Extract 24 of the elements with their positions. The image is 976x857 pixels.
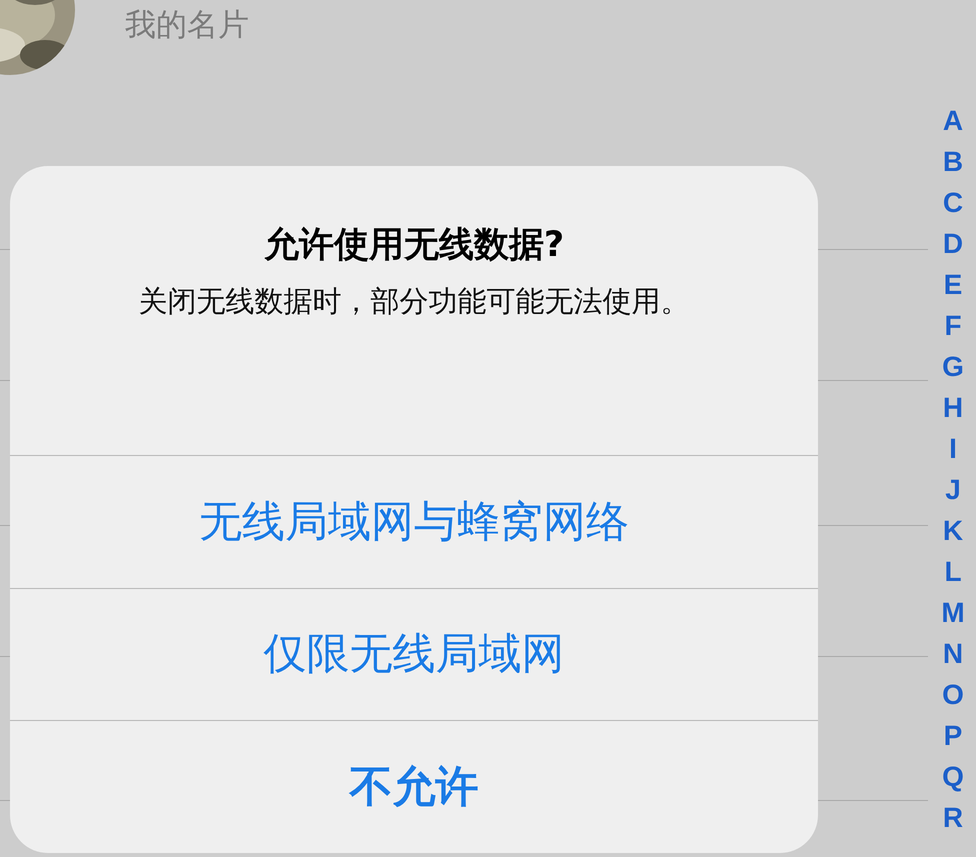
index-letter[interactable]: G xyxy=(942,346,964,387)
my-card-label[interactable]: 我的名片 xyxy=(125,2,249,48)
alert-action-button[interactable]: 无线局域网与蜂窝网络 xyxy=(10,455,818,588)
index-letter[interactable]: F xyxy=(944,305,962,346)
index-letter[interactable]: N xyxy=(942,633,964,674)
alert-action-button[interactable]: 不允许 xyxy=(10,720,818,853)
index-letter[interactable]: C xyxy=(942,182,964,223)
index-letter[interactable]: E xyxy=(944,264,962,305)
index-letter[interactable]: J xyxy=(945,469,961,510)
index-letter[interactable]: H xyxy=(942,387,964,428)
index-letter[interactable]: D xyxy=(942,223,964,264)
index-letter[interactable]: K xyxy=(942,510,964,551)
index-letter[interactable]: A xyxy=(942,100,964,141)
index-letter[interactable]: B xyxy=(942,141,964,182)
alert-message: 关闭无线数据时，部分功能可能无法使用。 xyxy=(138,283,690,320)
index-letter[interactable]: Q xyxy=(942,756,964,797)
index-letter[interactable]: O xyxy=(942,674,964,715)
index-letter[interactable]: L xyxy=(944,551,962,592)
index-letter[interactable]: I xyxy=(949,428,957,469)
index-letter[interactable]: M xyxy=(941,592,965,633)
index-letter[interactable]: P xyxy=(944,715,962,756)
alert-title: 允许使用无线数据? xyxy=(262,224,566,266)
index-letter[interactable]: R xyxy=(942,797,964,838)
alert-action-button[interactable]: 仅限无线局域网 xyxy=(10,588,818,720)
